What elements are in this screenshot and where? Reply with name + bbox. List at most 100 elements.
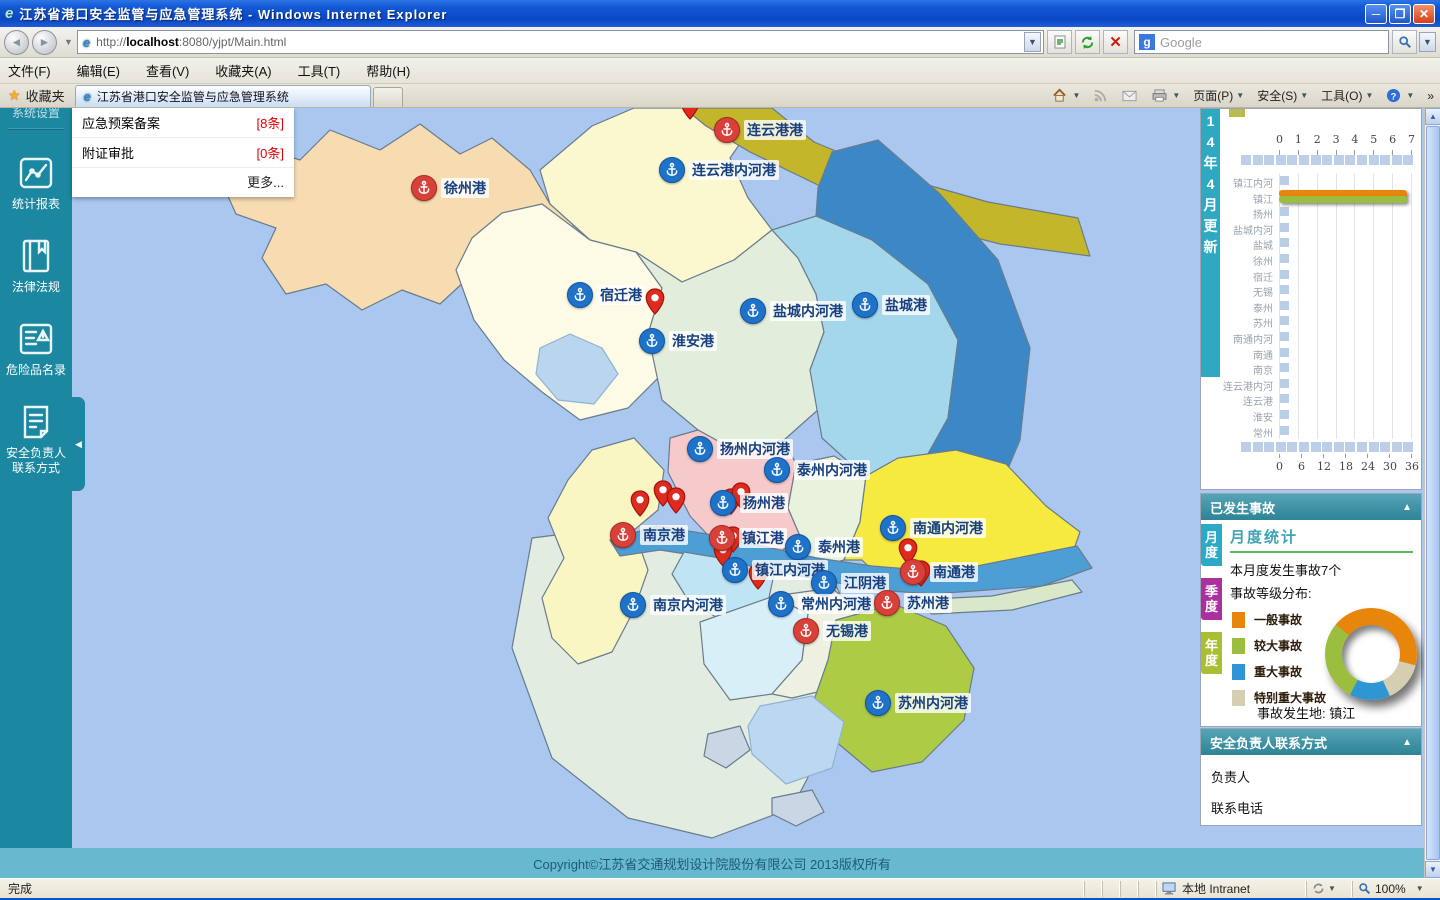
safety-menu-button[interactable]: 安全(S)▼	[1257, 87, 1308, 104]
data-zoom-handle[interactable]	[1380, 155, 1390, 165]
tab-年度[interactable]: 年度	[1201, 632, 1222, 674]
data-zoom-handle[interactable]	[1299, 155, 1309, 165]
print-button[interactable]: ▼	[1152, 89, 1180, 102]
data-zoom-handle[interactable]	[1276, 155, 1286, 165]
address-bar[interactable]: e http://localhost:8080/yjpt/Main.html ▼	[77, 30, 1044, 54]
zoom-control[interactable]: 100% ▼	[1352, 881, 1440, 897]
history-dropdown-icon[interactable]: ▼	[64, 37, 73, 47]
search-button[interactable]	[1392, 30, 1417, 54]
port-marker-连云港内河港[interactable]: 连云港内河港	[659, 157, 779, 183]
help-button[interactable]: ? ▼	[1386, 88, 1414, 103]
data-zoom-handle[interactable]	[1253, 442, 1263, 452]
data-zoom-handle[interactable]	[1322, 442, 1332, 452]
accident-pin-icon[interactable]	[680, 108, 700, 125]
stop-button[interactable]: ✕	[1103, 30, 1128, 54]
home-button[interactable]: ▼	[1052, 88, 1080, 103]
data-zoom-handle[interactable]	[1334, 442, 1344, 452]
port-marker-南通内河港[interactable]: 南通内河港	[880, 515, 986, 541]
data-zoom-handle[interactable]	[1241, 442, 1251, 452]
scrollbar-thumb[interactable]	[1426, 126, 1440, 860]
port-marker-泰州内河港[interactable]: 泰州内河港	[764, 457, 870, 483]
menu-item[interactable]: 收藏夹(A)	[215, 64, 271, 79]
tab-季度[interactable]: 季度	[1201, 578, 1222, 620]
collapse-arrow-icon[interactable]: ▲	[1402, 737, 1412, 748]
search-input[interactable]: g Google	[1134, 30, 1389, 54]
sidebar-item-统计报表[interactable]: 统计报表	[0, 155, 72, 212]
data-zoom-handle[interactable]	[1241, 155, 1251, 165]
accident-level-donut-chart[interactable]	[1325, 608, 1417, 700]
scroll-down-button[interactable]: ▼	[1425, 861, 1440, 878]
compatibility-view-button[interactable]	[1047, 30, 1072, 54]
data-zoom-handle[interactable]	[1369, 155, 1379, 165]
port-marker-盐城内河港[interactable]: 盐城内河港	[740, 298, 846, 324]
data-zoom-handle[interactable]	[1357, 155, 1367, 165]
tab-main[interactable]: e 江苏省港口安全监管与应急管理系统	[75, 85, 371, 107]
data-zoom-handle[interactable]	[1311, 155, 1321, 165]
quick-menu-row[interactable]: 应急预案备案[8条]	[72, 108, 294, 138]
sidebar-item-安全负责人联系方式[interactable]: 安全负责人联系方式	[0, 404, 72, 476]
menu-item[interactable]: 编辑(E)	[77, 64, 120, 79]
menu-item[interactable]: 帮助(H)	[366, 64, 410, 79]
data-zoom-handle[interactable]	[1380, 442, 1390, 452]
menu-item[interactable]: 查看(V)	[146, 64, 189, 79]
data-zoom-handle[interactable]	[1403, 442, 1413, 452]
data-zoom-handle[interactable]	[1287, 155, 1297, 165]
forward-button[interactable]: ►	[32, 30, 57, 55]
port-marker-无锡港[interactable]: 无锡港	[793, 618, 871, 644]
port-marker-苏州港[interactable]: 苏州港	[874, 590, 952, 616]
sidebar-item-system-settings[interactable]: 系统设置	[0, 108, 72, 120]
menu-item[interactable]: 工具(T)	[298, 64, 341, 79]
overflow-chevron-icon[interactable]: »	[1427, 89, 1434, 103]
url-text[interactable]: http://localhost:8080/yjpt/Main.html	[96, 35, 1024, 49]
bar-green-series[interactable]	[1279, 196, 1407, 203]
port-marker-连云港港[interactable]: 连云港港	[714, 117, 806, 143]
tools-menu-button[interactable]: 工具(O)▼	[1321, 87, 1373, 104]
data-zoom-handle[interactable]	[1299, 442, 1309, 452]
sidebar-item-法律法规[interactable]: 法律法规	[0, 238, 72, 295]
accident-pin-icon[interactable]	[666, 487, 686, 519]
protected-mode-pane[interactable]: ▼	[1306, 881, 1352, 897]
sidebar-collapse-tab[interactable]: ◀	[72, 397, 85, 491]
accident-pin-icon[interactable]	[630, 490, 650, 522]
port-marker-镇江港[interactable]: 镇江港	[709, 525, 787, 551]
read-mail-button[interactable]	[1122, 90, 1139, 102]
data-zoom-handle[interactable]	[1403, 155, 1413, 165]
page-menu-button[interactable]: 页面(P)▼	[1193, 87, 1244, 104]
quick-menu-row[interactable]: 附证审批[0条]	[72, 138, 294, 168]
data-zoom-handle[interactable]	[1264, 155, 1274, 165]
new-tab-button[interactable]	[373, 87, 403, 107]
address-dropdown-button[interactable]: ▼	[1024, 32, 1041, 52]
port-marker-南京内河港[interactable]: 南京内河港	[620, 592, 726, 618]
back-button[interactable]: ◄	[4, 30, 29, 55]
data-zoom-handle[interactable]	[1345, 442, 1355, 452]
refresh-button[interactable]	[1075, 30, 1100, 54]
port-marker-常州内河港[interactable]: 常州内河港	[768, 591, 874, 617]
data-zoom-handle[interactable]	[1369, 442, 1379, 452]
more-link[interactable]: 更多...	[72, 168, 294, 197]
collapse-arrow-icon[interactable]: ▲	[1402, 502, 1412, 513]
accident-pin-icon[interactable]	[645, 288, 665, 320]
data-zoom-handle[interactable]	[1311, 442, 1321, 452]
feeds-button[interactable]	[1093, 89, 1109, 103]
menu-item[interactable]: 文件(F)	[8, 64, 51, 79]
data-zoom-handle[interactable]	[1264, 442, 1274, 452]
data-zoom-handle[interactable]	[1345, 155, 1355, 165]
port-marker-盐城港[interactable]: 盐城港	[852, 292, 930, 318]
contact-panel-header[interactable]: 安全负责人联系方式▲	[1201, 729, 1421, 755]
favorites-button[interactable]: ★ 收藏夹	[0, 84, 75, 107]
port-marker-苏州内河港[interactable]: 苏州内河港	[865, 690, 971, 716]
data-zoom-handle[interactable]	[1322, 155, 1332, 165]
minimize-button[interactable]: ─	[1365, 4, 1387, 24]
data-zoom-handle[interactable]	[1276, 442, 1286, 452]
restore-button[interactable]: ❐	[1389, 4, 1411, 24]
port-marker-扬州港[interactable]: 扬州港	[710, 490, 788, 516]
sidebar-item-危险品名录[interactable]: 危险品名录	[0, 321, 72, 378]
port-marker-徐州港[interactable]: 徐州港	[411, 175, 489, 201]
port-marker-南通港[interactable]: 南通港	[900, 559, 978, 585]
search-options-dropdown[interactable]: ▼	[1419, 32, 1436, 52]
tab-月度[interactable]: 月度	[1201, 524, 1222, 566]
bar-chart[interactable]: 01234567镇江内河镇江扬州盐城内河盐城徐州宿迁无锡泰州苏州南通内河南通南京…	[1201, 109, 1421, 489]
data-zoom-handle[interactable]	[1287, 442, 1297, 452]
data-zoom-handle[interactable]	[1357, 442, 1367, 452]
port-marker-宿迁港[interactable]: 宿迁港	[567, 282, 645, 308]
